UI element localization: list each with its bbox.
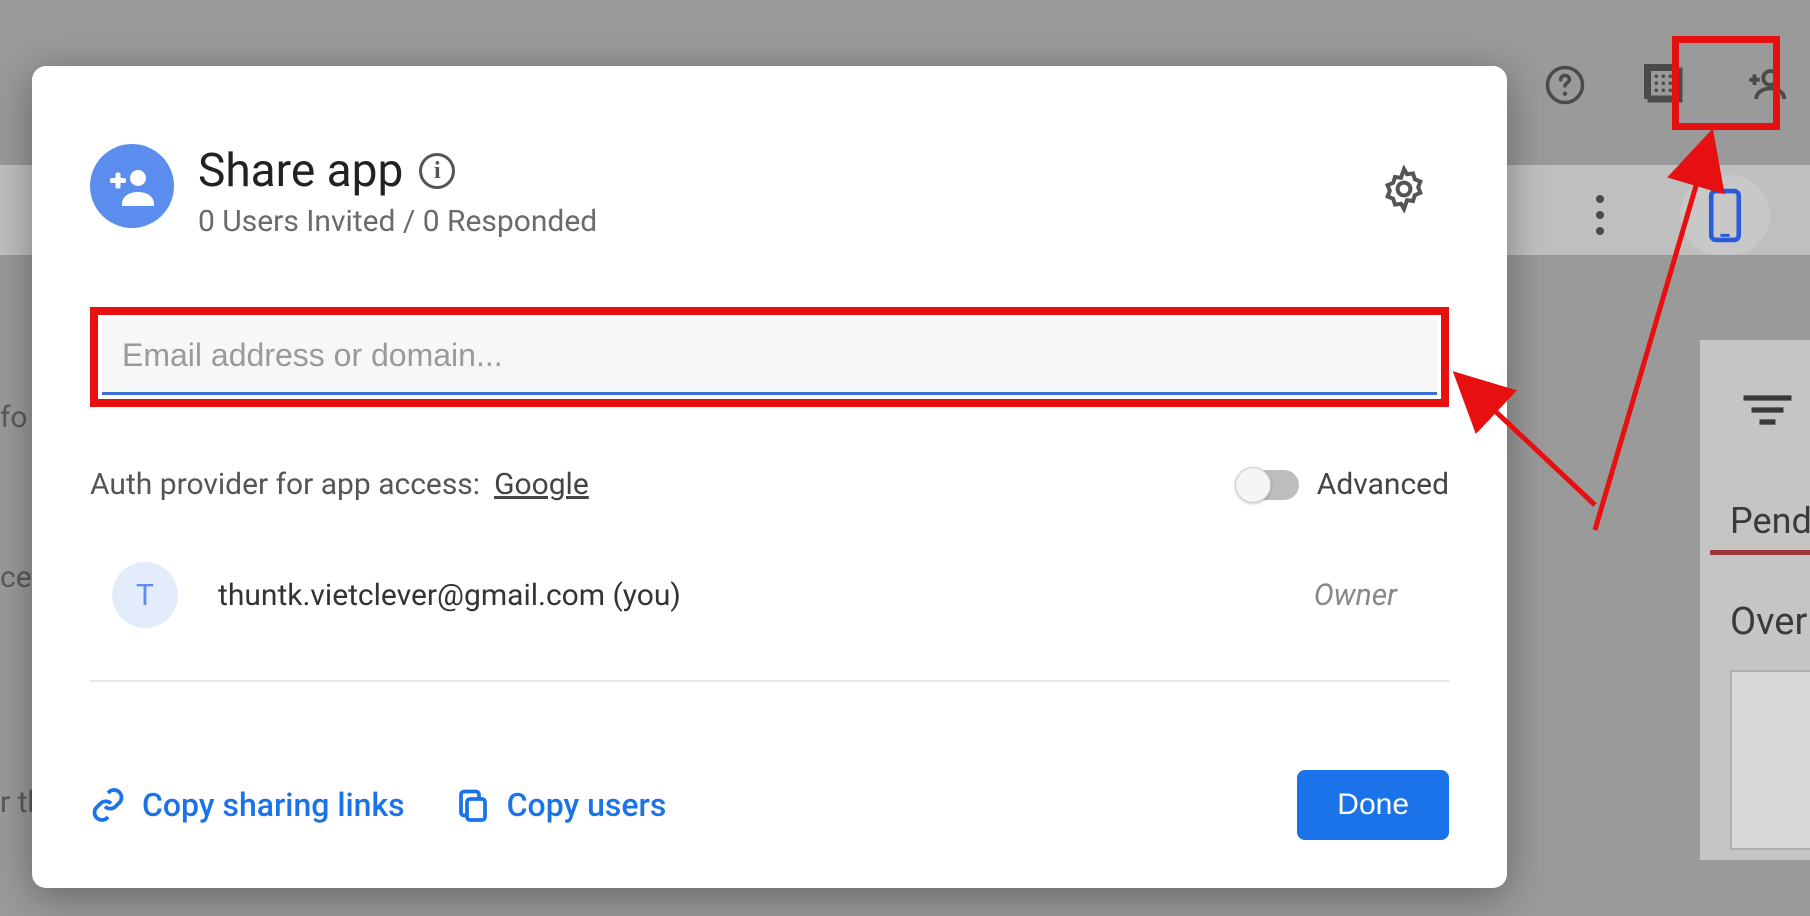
email-input[interactable]: [102, 319, 1437, 395]
user-email: thuntk.vietclever@gmail.com (you): [218, 578, 681, 613]
pending-tab[interactable]: Pendi: [1730, 500, 1810, 542]
phone-preview-button[interactable]: [1680, 175, 1770, 255]
auth-provider-link[interactable]: Google: [494, 467, 589, 502]
modal-footer: Copy sharing links Copy users Done: [90, 730, 1449, 840]
modal-title: Share app: [198, 144, 403, 198]
auth-label: Auth provider for app access:: [90, 467, 480, 502]
auth-provider-row: Auth provider for app access: Google Adv…: [90, 467, 1449, 502]
info-icon[interactable]: i: [419, 153, 455, 189]
overview-card: [1730, 670, 1810, 850]
bg-text-fragment: fo: [0, 400, 28, 435]
bg-text-fragment: ce: [0, 560, 32, 595]
link-icon: [90, 787, 126, 823]
copy-icon: [455, 787, 491, 823]
done-button[interactable]: Done: [1297, 770, 1449, 840]
tab-underline: [1710, 550, 1810, 555]
copy-users-button[interactable]: Copy users: [455, 786, 667, 824]
user-row: T thuntk.vietclever@gmail.com (you) Owne…: [90, 562, 1449, 682]
share-app-modal: Share app i 0 Users Invited / 0 Responde…: [32, 66, 1507, 888]
help-icon[interactable]: [1540, 60, 1590, 110]
user-role: Owner: [1314, 578, 1397, 613]
overview-label: Over: [1730, 600, 1807, 644]
share-avatar-icon: [90, 144, 174, 228]
gear-icon[interactable]: [1379, 164, 1429, 214]
more-icon[interactable]: [1580, 185, 1620, 245]
filter-icon[interactable]: [1740, 390, 1795, 430]
bg-right-panel: Pendi Over: [1700, 340, 1810, 860]
modal-subtitle: 0 Users Invited / 0 Responded: [198, 204, 1355, 239]
user-avatar: T: [112, 562, 178, 628]
annotation-highlight-box: [1672, 36, 1780, 130]
advanced-label: Advanced: [1317, 467, 1449, 502]
modal-header: Share app i 0 Users Invited / 0 Responde…: [90, 144, 1449, 239]
email-input-highlight: [90, 307, 1449, 407]
copy-sharing-links-button[interactable]: Copy sharing links: [90, 786, 405, 824]
advanced-toggle[interactable]: [1241, 470, 1299, 500]
